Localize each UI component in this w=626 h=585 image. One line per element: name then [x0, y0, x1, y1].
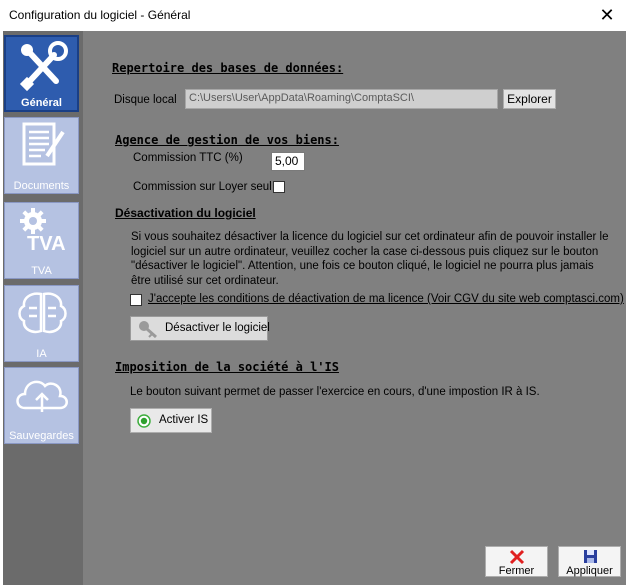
deactivation-text-line: être utilisé sur cet ordinateur. — [131, 274, 279, 287]
close-button[interactable]: Fermer — [485, 546, 548, 577]
activate-is-label: Activer IS — [159, 414, 209, 426]
deactivation-text-line: logiciel sur un autre ordinateur, veuill… — [131, 245, 599, 258]
tax-description: Le bouton suivant permet de passer l'exe… — [130, 386, 540, 398]
sidebar: Général Documents TVA TVA IA Sauvegardes — [0, 31, 83, 585]
deactivation-heading: Désactivation du logiciel — [115, 206, 256, 220]
sidebar-item-tva[interactable]: TVA TVA — [4, 202, 79, 279]
sidebar-item-label: IA — [36, 348, 47, 360]
cloud-upload-icon — [16, 380, 68, 412]
tva-badge: TVA — [27, 233, 66, 255]
window-title: Configuration du logiciel - Général — [9, 8, 191, 22]
tools-icon — [19, 41, 68, 92]
sidebar-item-label: TVA — [31, 265, 52, 277]
database-path-field[interactable]: C:\Users\User\AppData\Roaming\ComptaSCI\ — [185, 89, 498, 109]
title-bar: Configuration du logiciel - Général ✕ — [0, 0, 626, 31]
deactivate-button[interactable]: Désactiver le logiciel — [130, 316, 270, 341]
close-button-label: Fermer — [498, 565, 535, 577]
commission-label: Commission TTC (%) — [133, 152, 243, 164]
document-icon — [22, 122, 65, 166]
agency-heading: Agence de gestion de vos biens: — [115, 133, 339, 147]
sidebar-item-label: Général — [21, 97, 62, 109]
close-icon[interactable]: ✕ — [596, 4, 618, 26]
activate-is-button[interactable]: Activer IS — [130, 408, 212, 433]
deactivation-text: Si vous souhaitez désactiver la licence … — [131, 230, 609, 288]
rent-only-checkbox[interactable] — [273, 181, 285, 193]
accept-conditions-checkbox[interactable] — [130, 294, 142, 306]
explorer-button[interactable]: Explorer — [503, 89, 556, 109]
sidebar-item-sauvegardes[interactable]: Sauvegardes — [4, 367, 79, 444]
radio-on-icon — [137, 414, 151, 428]
deactivation-text-line: Si vous souhaitez désactiver la licence … — [131, 231, 609, 243]
database-heading: Repertoire des bases de données: — [112, 61, 344, 75]
settings-panel: Repertoire des bases de données: Disque … — [83, 31, 626, 585]
red-x-icon — [509, 549, 525, 565]
sidebar-item-documents[interactable]: Documents — [4, 117, 79, 194]
apply-button-label: Appliquer — [566, 565, 613, 577]
deactivation-text-line: "désactiver le logiciel". Attention, une… — [131, 260, 594, 272]
accept-conditions-label[interactable]: J'accepte les conditions de déactivation… — [148, 293, 624, 305]
key-icon — [139, 321, 157, 339]
tax-heading: Imposition de la société à l'IS — [115, 360, 339, 374]
save-icon — [584, 550, 597, 563]
sidebar-edge — [0, 31, 3, 585]
commission-input[interactable]: 5,00 — [271, 152, 305, 171]
apply-button[interactable]: Appliquer — [558, 546, 621, 577]
sidebar-item-label: Documents — [13, 180, 70, 192]
deactivate-button-label: Désactiver le logiciel — [165, 322, 270, 334]
brain-icon — [18, 292, 67, 334]
local-disk-label: Disque local — [114, 94, 177, 106]
rent-only-label: Commission sur Loyer seul — [133, 181, 272, 193]
sidebar-item-label: Sauvegardes — [9, 430, 74, 442]
sidebar-item-ia[interactable]: IA — [4, 285, 79, 362]
sidebar-item-general[interactable]: Général — [4, 35, 79, 112]
